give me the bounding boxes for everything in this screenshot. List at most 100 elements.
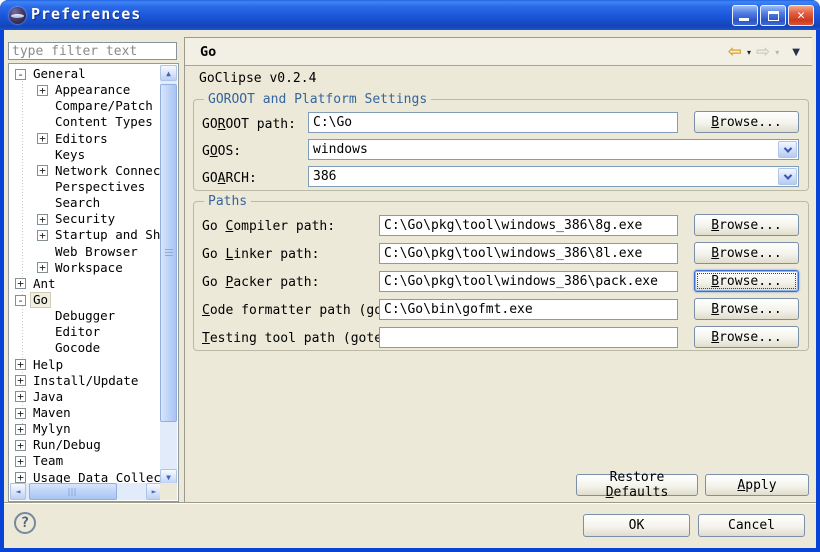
tree-item-compare-patch[interactable]: Compare/Patch <box>10 98 161 114</box>
goos-combo-dropdown-button[interactable] <box>778 141 797 158</box>
tree-item-team[interactable]: +Team <box>10 453 161 469</box>
expand-icon[interactable]: + <box>37 230 48 241</box>
tree-item-run-debug[interactable]: + Run/Debug <box>10 437 161 453</box>
tree-item-label: Help <box>31 358 65 372</box>
expand-icon[interactable]: + <box>15 278 26 289</box>
minimize-button[interactable] <box>732 5 758 26</box>
forward-dropdown-icon: ▾ <box>775 48 779 57</box>
button-label: OK <box>629 518 645 533</box>
tree-indent-spacer <box>37 149 48 160</box>
tree-item-web-browser[interactable]: Web Browser <box>10 244 161 260</box>
button-mnemonic: B <box>711 218 719 233</box>
vertical-scrollbar-thumb[interactable] <box>160 84 177 422</box>
tree-item-debugger[interactable]: Debugger <box>10 308 161 324</box>
tree-item-help[interactable]: + Help <box>10 357 161 373</box>
go-compiler-browse-button[interactable]: Browse... <box>694 214 799 236</box>
forward-arrow-icon[interactable]: ⇨ <box>756 42 770 62</box>
expand-icon[interactable]: + <box>37 262 48 273</box>
tree-item-startup-and-shu[interactable]: +Startup and Shu <box>10 227 161 243</box>
tree-item-gocode[interactable]: Gocode <box>10 340 161 356</box>
tree-item-go[interactable]: -Go <box>10 292 161 308</box>
code-formatter-path-input[interactable] <box>379 299 678 320</box>
tree-item-label: Perspectives <box>53 180 147 194</box>
collapse-icon[interactable]: - <box>15 69 26 80</box>
scroll-left-button[interactable]: ◄ <box>10 483 26 500</box>
expand-icon[interactable]: + <box>15 359 26 370</box>
scroll-up-button[interactable]: ▲ <box>160 65 177 81</box>
tree-item-content-types[interactable]: Content Types <box>10 114 161 130</box>
button-bar-separator <box>4 502 816 504</box>
expand-icon[interactable]: + <box>15 408 26 419</box>
maximize-button[interactable] <box>760 5 786 26</box>
tree-vertical-scrollbar[interactable]: ▲ ▼ <box>160 65 177 485</box>
tree-item-perspectives[interactable]: Perspectives <box>10 179 161 195</box>
titlebar[interactable]: Preferences ✕ <box>0 0 820 30</box>
label-text: GO <box>202 171 218 186</box>
goarch-combo-dropdown-button[interactable] <box>778 168 797 185</box>
collapse-icon[interactable]: - <box>15 295 26 306</box>
chevron-down-icon <box>783 144 791 152</box>
maximize-icon <box>768 11 779 21</box>
tree-item-editor[interactable]: Editor <box>10 324 161 340</box>
eclipse-logo-icon <box>9 7 26 24</box>
tree-item-editors[interactable]: +Editors <box>10 131 161 147</box>
go-compiler-path-input[interactable] <box>379 215 678 236</box>
tree-item-maven[interactable]: +Maven <box>10 405 161 421</box>
testing-tool-path-input[interactable] <box>379 327 678 348</box>
tree-item-network-connect[interactable]: +Network Connect <box>10 163 161 179</box>
tree-item-label: Run/Debug <box>31 438 103 452</box>
minimize-icon <box>739 18 749 21</box>
go-packer-browse-button[interactable]: Browse... <box>694 270 799 292</box>
scrollbar-grip <box>69 488 78 496</box>
expand-icon[interactable]: + <box>37 214 48 225</box>
goroot-path-input[interactable] <box>308 112 678 133</box>
close-button[interactable]: ✕ <box>788 5 814 26</box>
tree-item-appearance[interactable]: +Appearance <box>10 82 161 98</box>
expand-icon[interactable]: + <box>15 472 26 483</box>
view-menu-icon[interactable]: ▼ <box>792 47 800 58</box>
testing-tool-browse-button[interactable]: Browse... <box>694 326 799 348</box>
code-formatter-browse-button[interactable]: Browse... <box>694 298 799 320</box>
expand-icon[interactable]: + <box>15 391 26 402</box>
tree-item-workspace[interactable]: +Workspace <box>10 260 161 276</box>
tree-item-ant[interactable]: +Ant <box>10 276 161 292</box>
label-text: acker path: <box>233 275 319 290</box>
tree-item-mylyn[interactable]: + Mylyn <box>10 421 161 437</box>
tree-item-search[interactable]: Search <box>10 195 161 211</box>
restore-defaults-button[interactable]: Restore Defaults <box>576 474 698 496</box>
expand-icon[interactable]: + <box>15 440 26 451</box>
expand-icon[interactable]: + <box>37 133 48 144</box>
expand-icon[interactable]: + <box>15 375 26 386</box>
tree-item-general[interactable]: -General <box>10 66 161 82</box>
goarch-combo[interactable]: 386 <box>308 166 799 187</box>
goos-combo[interactable]: windows <box>308 139 799 160</box>
cancel-button[interactable]: Cancel <box>698 514 805 537</box>
preferences-window: Preferences ✕ -General+AppearanceCompare… <box>0 0 820 552</box>
button-label: Browse... <box>711 115 781 130</box>
button-mnemonic: B <box>711 246 719 261</box>
horizontal-scrollbar-thumb[interactable] <box>29 483 117 500</box>
go-packer-path-input[interactable] <box>379 271 678 292</box>
goroot-browse-button[interactable]: Browse... <box>694 111 799 133</box>
tree-item-label: Mylyn <box>31 422 73 436</box>
help-button[interactable]: ? <box>14 512 36 534</box>
tree-horizontal-scrollbar[interactable]: ◄ ► <box>10 483 162 500</box>
goarch-combo-value: 386 <box>309 169 778 184</box>
expand-icon[interactable]: + <box>15 424 26 435</box>
expand-icon[interactable]: + <box>15 456 26 467</box>
button-mnemonic: B <box>711 274 719 289</box>
plugin-version-label: GoClipse v0.2.4 <box>199 71 316 86</box>
tree-item-java[interactable]: +Java <box>10 389 161 405</box>
back-dropdown-icon[interactable]: ▾ <box>747 48 751 57</box>
tree-item-install-update[interactable]: +Install/Update <box>10 373 161 389</box>
expand-icon[interactable]: + <box>37 165 48 176</box>
back-arrow-icon[interactable]: ⇦ <box>728 42 742 62</box>
apply-button[interactable]: Apply <box>705 474 809 496</box>
tree-item-security[interactable]: +Security <box>10 211 161 227</box>
go-linker-path-input[interactable] <box>379 243 678 264</box>
ok-button[interactable]: OK <box>583 514 690 537</box>
filter-input[interactable] <box>8 42 177 60</box>
expand-icon[interactable]: + <box>37 85 48 96</box>
go-linker-browse-button[interactable]: Browse... <box>694 242 799 264</box>
tree-item-keys[interactable]: Keys <box>10 147 161 163</box>
